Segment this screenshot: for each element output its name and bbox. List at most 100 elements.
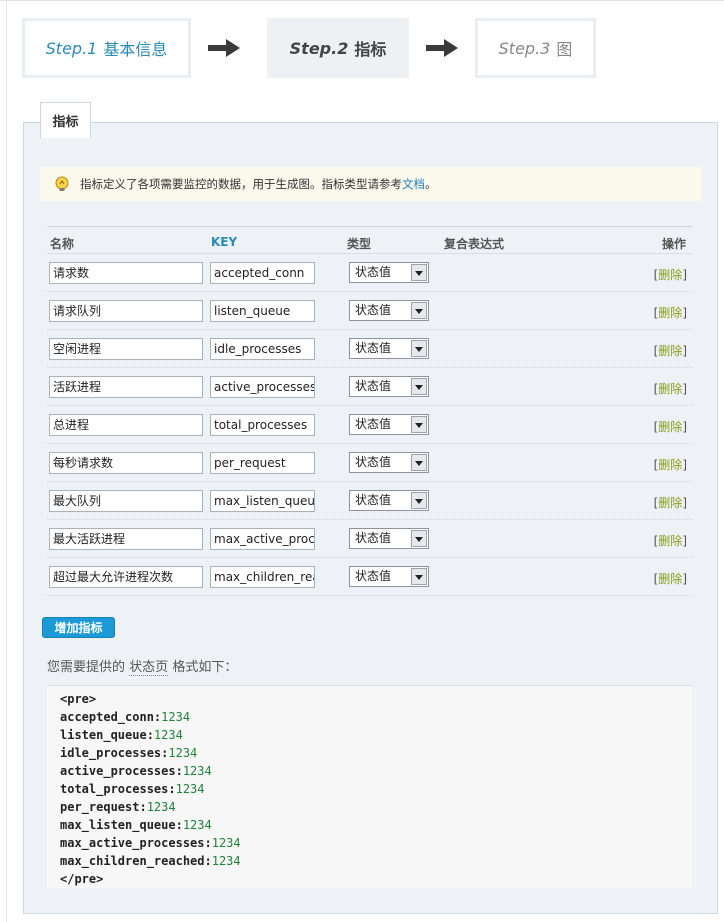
code-value: 1234 [182, 764, 212, 778]
code-line: max_children_reached:1234 [60, 852, 692, 870]
metric-key-input[interactable]: active_processes [210, 376, 315, 398]
metric-key-input[interactable]: accepted_conn [210, 262, 315, 284]
metric-type-select[interactable]: 状态值 [349, 262, 429, 283]
code-open-tag: <pre> [60, 692, 97, 706]
header-key: KEY [211, 235, 238, 249]
delete-label: 删除 [658, 572, 683, 586]
metric-key-input[interactable]: total_processes [210, 414, 315, 436]
metric-name-input[interactable]: 每秒请求数 [49, 452, 203, 474]
metric-key-input[interactable]: idle_processes [210, 338, 315, 360]
metric-type-select[interactable]: 状态值 [349, 490, 429, 511]
metric-type-select[interactable]: 状态值 [349, 300, 429, 321]
step-1[interactable]: Step.1 基本信息 [22, 18, 191, 78]
metric-type-select[interactable]: 状态值 [349, 528, 429, 549]
table-row: 最大队列 max_listen_queue 状态值 [删除] [47, 482, 692, 520]
chevron-down-icon [411, 530, 427, 547]
code-line: accepted_conn:1234 [60, 708, 692, 726]
step-3[interactable]: Step.3 图 [475, 18, 596, 78]
notice-bar: 指标定义了各项需要监控的数据，用于生成图。指标类型请参考 文档。 [40, 167, 701, 201]
doc-link[interactable]: 文档 [402, 176, 425, 192]
code-value: 1234 [175, 782, 205, 796]
chevron-down-icon [411, 378, 427, 395]
delete-link[interactable]: [删除] [654, 342, 687, 359]
chevron-down-icon [411, 302, 427, 319]
metric-key-input[interactable]: per_request [210, 452, 315, 474]
code-value: 1234 [211, 836, 241, 850]
code-line: total_processes:1234 [60, 780, 692, 798]
table-row: 总进程 total_processes 状态值 [删除] [47, 406, 692, 444]
delete-label: 删除 [658, 268, 683, 282]
delete-link[interactable]: [删除] [654, 418, 687, 435]
header-type: 类型 [347, 237, 372, 251]
metric-type-select[interactable]: 状态值 [349, 452, 429, 473]
arrow-right-icon [426, 39, 458, 57]
metric-type-value: 状态值 [355, 531, 392, 545]
metric-name-input[interactable]: 请求队列 [49, 300, 203, 322]
code-value: 1234 [182, 818, 212, 832]
metric-key-input[interactable]: listen_queue [210, 300, 315, 322]
step-2-number: Step.2 [289, 38, 349, 58]
code-key: per_request: [60, 800, 147, 814]
format-label: 您需要提供的 状态页 格式如下： [47, 656, 237, 676]
metric-name-input[interactable]: 空闲进程 [49, 338, 203, 360]
code-key: total_processes: [60, 782, 176, 796]
step-1-label: 基本信息 [103, 40, 168, 59]
chevron-down-icon [411, 416, 427, 433]
metric-type-value: 状态值 [355, 341, 392, 355]
table-header: 名称 KEY 类型 复合表达式 操作 [47, 226, 692, 254]
metric-key-input[interactable]: max_listen_queue [210, 490, 315, 512]
chevron-down-icon [411, 340, 427, 357]
step-3-number: Step.3 [498, 38, 551, 58]
delete-link[interactable]: [删除] [654, 304, 687, 321]
step-2[interactable]: Step.2 指标 [267, 18, 409, 78]
code-value: 1234 [168, 746, 198, 760]
metric-type-select[interactable]: 状态值 [349, 376, 429, 397]
delete-link[interactable]: [删除] [654, 570, 687, 587]
code-value: 1234 [211, 854, 241, 868]
arrow-right-icon [208, 39, 240, 57]
delete-label: 删除 [658, 382, 683, 396]
metrics-table: 名称 KEY 类型 复合表达式 操作 请求数 accepted_conn 状态值 [删… [47, 226, 692, 596]
chevron-down-icon [411, 492, 427, 509]
header-expr: 复合表达式 [444, 237, 505, 251]
metric-key-input[interactable]: max_children_reached [210, 566, 315, 588]
code-line: active_processes:1234 [60, 762, 692, 780]
add-metric-button[interactable]: 增加指标 [42, 617, 115, 638]
delete-link[interactable]: [删除] [654, 266, 687, 283]
metric-type-select[interactable]: 状态值 [349, 338, 429, 359]
code-value: 1234 [146, 800, 176, 814]
delete-link[interactable]: [删除] [654, 456, 687, 473]
metric-type-value: 状态值 [355, 493, 392, 507]
notice-text: 指标定义了各项需要监控的数据，用于生成图。指标类型请参考 [80, 177, 402, 191]
status-page-link[interactable]: 状态页 [129, 660, 169, 676]
code-key: max_listen_queue: [60, 818, 183, 832]
code-line: max_active_processes:1234 [60, 834, 692, 852]
wizard-steps: Step.1 基本信息 Step.2 指标 Step.3 图 [22, 18, 622, 78]
code-key: max_children_reached: [60, 854, 212, 868]
metric-key-input[interactable]: max_active_processes [210, 528, 315, 550]
metric-type-select[interactable]: 状态值 [349, 414, 429, 435]
metric-type-value: 状态值 [355, 303, 392, 317]
metric-name-input[interactable]: 总进程 [49, 414, 203, 436]
format-prefix: 您需要提供的 [47, 660, 126, 675]
delete-link[interactable]: [删除] [654, 494, 687, 511]
delete-label: 删除 [658, 420, 683, 434]
table-row: 超过最大允许进程次数 max_children_reached 状态值 [删除] [47, 558, 692, 596]
delete-link[interactable]: [删除] [654, 532, 687, 549]
notice-end: 。 [425, 177, 437, 191]
metric-name-input[interactable]: 最大队列 [49, 490, 203, 512]
metric-name-input[interactable]: 超过最大允许进程次数 [49, 566, 203, 588]
header-name: 名称 [50, 237, 75, 251]
delete-link[interactable]: [删除] [654, 380, 687, 397]
metric-name-input[interactable]: 最大活跃进程 [49, 528, 203, 550]
metric-name-input[interactable]: 请求数 [49, 262, 203, 284]
code-line: listen_queue:1234 [60, 726, 692, 744]
metric-name-input[interactable]: 活跃进程 [49, 376, 203, 398]
table-row: 空闲进程 idle_processes 状态值 [删除] [47, 330, 692, 368]
metric-type-select[interactable]: 状态值 [349, 566, 429, 587]
chevron-down-icon [411, 264, 427, 281]
code-key: max_active_processes: [60, 836, 212, 850]
code-line: max_listen_queue:1234 [60, 816, 692, 834]
code-key: accepted_conn: [60, 710, 162, 724]
metric-type-value: 状态值 [355, 569, 392, 583]
